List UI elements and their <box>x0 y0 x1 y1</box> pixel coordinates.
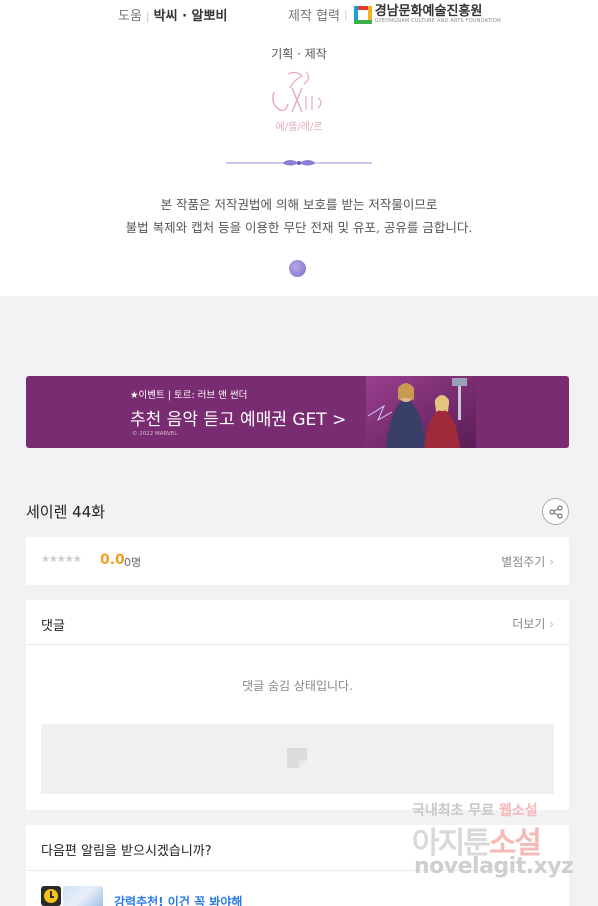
copyright-notice: 본 작품은 저작권법에 의해 보호를 받는 저작물이므로 불법 복제와 캡처 등… <box>0 193 598 239</box>
assist-names: 박씨 · 알뽀비 <box>153 9 228 24</box>
copyright-line-1: 본 작품은 저작권법에 의해 보호를 받는 저작물이므로 <box>160 197 438 212</box>
event-banner[interactable]: ★이벤트 | 토르: 러브 앤 썬더 추천 음악 듣고 예매권 GET > © … <box>26 376 569 448</box>
rating-count: 0명 <box>124 556 142 569</box>
rate-button[interactable]: 별점주기 › <box>501 553 554 570</box>
rate-button-label: 별점주기 <box>501 555 546 569</box>
copyright-line-2: 불법 복제와 캡처 등을 이용한 무단 전재 및 유포, 공유를 금합니다. <box>125 220 473 235</box>
site-watermark: 국내최초 무료 웹소설 아지툰소설 novelagit.xyz <box>408 796 588 888</box>
foundation-mark-icon <box>353 5 372 24</box>
credit-separator: | <box>343 8 348 21</box>
collab-label: 제작 협력 <box>288 9 340 24</box>
assist-credit: 도움 | 박씨 · 알뽀비 <box>118 5 227 24</box>
clock-icon <box>41 886 61 906</box>
decorative-orb-icon <box>289 260 306 277</box>
planning-label: 기획 · 제작 <box>271 47 327 61</box>
gyeongnam-foundation-logo: 경남문화예술진흥원 GYEONGNAM CULTURE AND ARTS FOU… <box>353 4 501 24</box>
rating-score: 0.0 <box>100 552 125 568</box>
chevron-right-icon: › <box>549 617 554 631</box>
watermark-tagline: 국내최초 무료 웹소설 <box>412 800 538 820</box>
chevron-right-icon: › <box>549 555 554 569</box>
recommend-thumbnail[interactable] <box>63 886 103 906</box>
watermark-tagline-b: 웹소설 <box>499 803 538 819</box>
comments-title: 댓글 <box>41 619 65 634</box>
comments-card: 댓글 더보기 › 댓글 숨김 상태입니다. <box>26 600 569 810</box>
banner-title: 추천 음악 듣고 예매권 GET > <box>130 410 347 430</box>
comment-placeholder <box>41 724 554 794</box>
watermark-url: novelagit.xyz <box>414 854 574 879</box>
comments-header: 댓글 더보기 › <box>26 600 569 645</box>
ornament-divider <box>226 160 372 166</box>
comments-more-button[interactable]: 더보기 › <box>512 615 554 632</box>
foundation-name-en: GYEONGNAM CULTURE AND ARTS FOUNDATION <box>374 18 501 24</box>
episode-title: 세이렌 44화 <box>26 503 106 521</box>
rating-stars: ★★★★★ <box>41 554 82 565</box>
share-icon <box>548 504 563 519</box>
banner-movie-art <box>366 376 476 448</box>
studio-logo-text: 에/뜰/레/르 <box>276 121 323 133</box>
credits-section: 도움 | 박씨 · 알뽀비 제작 협력 | 경남문화예술진흥원 GYEONGNAM C… <box>0 0 598 296</box>
credit-separator: | <box>145 10 150 23</box>
collab-credit: 제작 협력 | 경남문화예술진흥원 GYEONGNAM CULTURE AND A… <box>288 5 501 24</box>
rating-card: ★★★★★ 0.0 0명 별점주기 › <box>26 537 569 585</box>
banner-event-label: ★이벤트 | 토르: 러브 앤 썬더 <box>130 390 248 401</box>
studio-logo: 에/뜰/레/르 <box>272 71 323 133</box>
watermark-tagline-a: 국내최초 무료 <box>412 803 495 819</box>
share-button[interactable] <box>542 498 569 525</box>
recommend-link[interactable]: 강력추천! 이건 꼭 봐야해 <box>114 893 242 906</box>
notify-question: 다음편 알림을 받으시겠습니까? <box>41 844 212 859</box>
assist-label: 도움 <box>118 9 142 24</box>
foundation-name-ko: 경남문화예술진흥원 <box>374 4 483 19</box>
comments-more-label: 더보기 <box>512 617 546 631</box>
comments-hidden-message: 댓글 숨김 상태입니다. <box>242 679 353 693</box>
image-placeholder-icon <box>287 748 307 768</box>
banner-copyright: © 2022 MARVEL <box>132 431 178 437</box>
